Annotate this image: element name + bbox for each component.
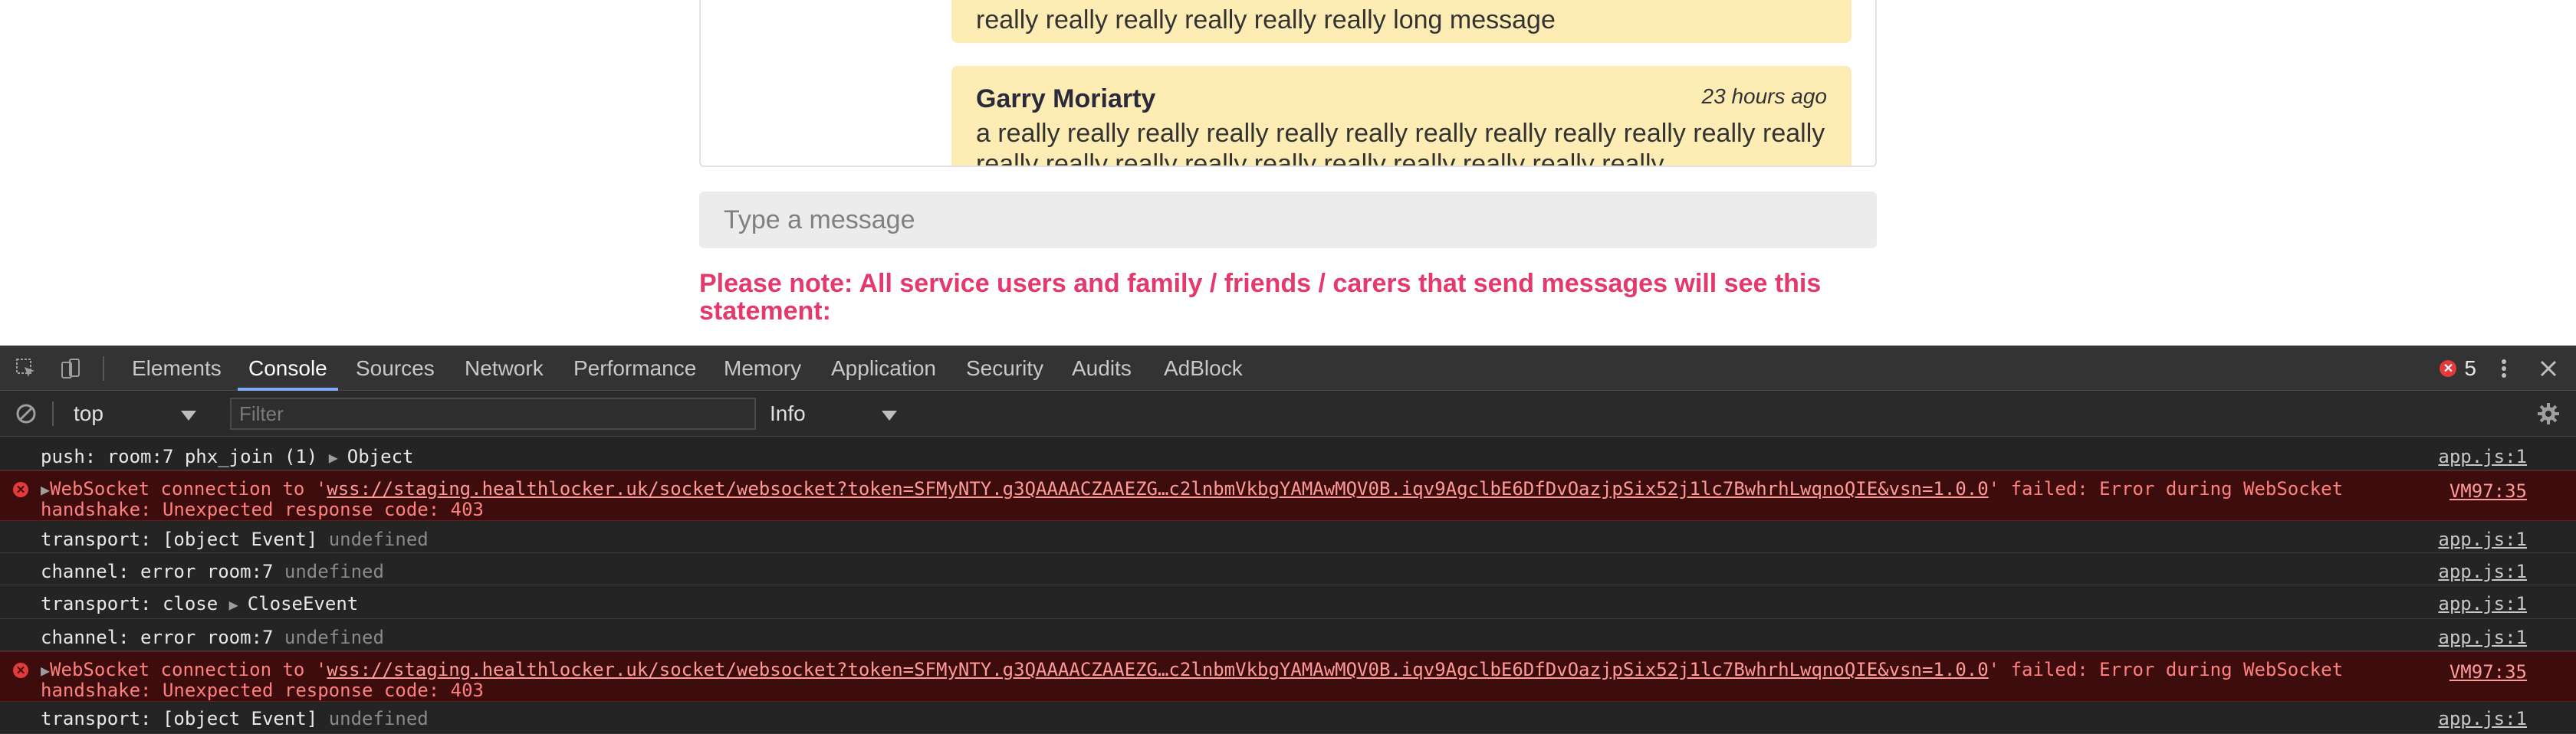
console-message: channel: error room:7 undefined <box>41 627 384 648</box>
message-text: a really really really really really rea… <box>976 119 1825 167</box>
console-message: transport: [object Event] undefined <box>41 529 429 550</box>
notice-statement: Please note: All service users and famil… <box>699 269 1822 326</box>
console-log-row: channel: error room:7 undefined app.js:1 <box>0 619 2576 651</box>
chat-message-list[interactable]: really really really really really reall… <box>699 0 1877 167</box>
tab-memory[interactable]: Memory <box>724 346 801 391</box>
console-message: transport: [object Event] undefined <box>41 708 429 729</box>
chat-message: Garry Moriarty 23 hours ago a really rea… <box>951 66 1852 167</box>
console-message: ▶WebSocket connection to 'wss://staging.… <box>41 659 2344 701</box>
more-options-icon[interactable] <box>2490 355 2518 382</box>
error-icon: ✕ <box>13 482 28 497</box>
console-message: transport: close ▶ CloseEvent <box>41 593 359 614</box>
close-devtools-icon[interactable] <box>2535 355 2562 382</box>
tab-elements[interactable]: Elements <box>132 346 222 391</box>
source-link[interactable]: app.js:1 <box>2438 627 2527 648</box>
chevron-down-icon <box>181 411 196 421</box>
settings-gear-icon[interactable] <box>2535 400 2562 428</box>
websocket-url-link[interactable]: wss://staging.healthlocker.uk/socket/web… <box>327 478 1988 500</box>
filter-input[interactable] <box>230 398 756 430</box>
console-message: push: room:7 phx_join (1) ▶ Object <box>41 446 414 467</box>
object-preview[interactable]: Object <box>347 446 414 467</box>
source-link[interactable]: app.js:1 <box>2438 529 2527 550</box>
devtools-tabbar: Elements Console Sources Network Perform… <box>0 346 2576 391</box>
error-counter[interactable]: ✕ 5 <box>2440 355 2476 382</box>
tab-sources[interactable]: Sources <box>356 346 435 391</box>
error-icon: ✕ <box>13 663 28 678</box>
source-link[interactable]: VM97:35 <box>2450 480 2527 502</box>
message-input[interactable] <box>699 192 1877 248</box>
expand-triangle-icon[interactable]: ▶ <box>229 595 248 614</box>
chat-message: really really really really really reall… <box>951 0 1852 43</box>
log-level-value: Info <box>770 401 806 425</box>
context-value: top <box>74 401 104 425</box>
tab-network[interactable]: Network <box>465 346 544 391</box>
toolbar-divider <box>52 401 54 426</box>
inspect-element-icon[interactable] <box>12 355 40 382</box>
console-log-row: push: room:7 phx_join (1) ▶ Object app.j… <box>0 437 2576 470</box>
tab-adblock[interactable]: AdBlock <box>1164 346 1243 391</box>
source-link[interactable]: app.js:1 <box>2438 593 2527 614</box>
console-message: ▶WebSocket connection to 'wss://staging.… <box>41 478 2344 520</box>
error-icon: ✕ <box>2440 360 2457 377</box>
expand-triangle-icon[interactable]: ▶ <box>41 661 50 680</box>
log-level-select[interactable]: Info <box>770 397 900 431</box>
console-log-row: transport: close ▶ CloseEvent app.js:1 <box>0 585 2576 619</box>
console-toolbar: top Info <box>0 391 2576 437</box>
message-author: Garry Moriarty <box>976 84 1156 113</box>
tab-console[interactable]: Console <box>238 346 338 391</box>
tab-audits[interactable]: Audits <box>1072 346 1132 391</box>
console-log-row: channel: error room:7 undefined app.js:1 <box>0 553 2576 585</box>
device-toolbar-icon[interactable] <box>57 355 84 382</box>
tab-application[interactable]: Application <box>831 346 936 391</box>
chevron-down-icon <box>882 411 897 421</box>
expand-triangle-icon[interactable]: ▶ <box>41 480 50 499</box>
websocket-url-link[interactable]: wss://staging.healthlocker.uk/socket/web… <box>327 659 1988 680</box>
console-message: channel: error room:7 undefined <box>41 561 384 582</box>
console-error-row: ✕ ▶WebSocket connection to 'wss://stagin… <box>0 651 2576 702</box>
message-timestamp: 23 hours ago <box>1701 84 1827 108</box>
object-preview[interactable]: CloseEvent <box>248 593 359 614</box>
devtools-panel: Elements Console Sources Network Perform… <box>0 346 2576 734</box>
expand-triangle-icon[interactable]: ▶ <box>329 448 347 467</box>
tab-security[interactable]: Security <box>966 346 1043 391</box>
context-select[interactable]: top <box>63 397 205 431</box>
source-link[interactable]: app.js:1 <box>2438 708 2527 729</box>
web-page: really really really really really reall… <box>0 0 2576 346</box>
message-text: really really really really really reall… <box>976 5 1556 34</box>
console-log-row: transport: [object Event] undefined app.… <box>0 521 2576 553</box>
source-link[interactable]: app.js:1 <box>2438 446 2527 467</box>
console-log-row: transport: [object Event] undefined app.… <box>0 702 2576 734</box>
console-output[interactable]: push: room:7 phx_join (1) ▶ Object app.j… <box>0 437 2576 734</box>
clear-console-icon[interactable] <box>12 400 40 428</box>
error-count: 5 <box>2464 356 2476 380</box>
source-link[interactable]: VM97:35 <box>2450 661 2527 683</box>
toolbar-divider <box>103 356 104 381</box>
source-link[interactable]: app.js:1 <box>2438 561 2527 582</box>
tab-performance[interactable]: Performance <box>573 346 696 391</box>
console-error-row: ✕ ▶WebSocket connection to 'wss://stagin… <box>0 470 2576 521</box>
